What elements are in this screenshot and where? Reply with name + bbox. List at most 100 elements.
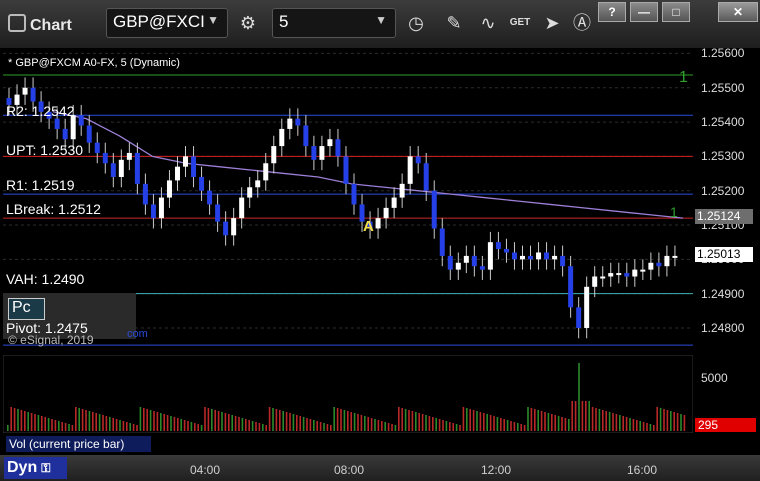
- pencil-icon[interactable]: ✎: [440, 9, 468, 37]
- price-chart[interactable]: * GBP@FXCM A0-FX, 5 (Dynamic) A 1 1 com …: [3, 50, 693, 352]
- volume-bar: [340, 409, 342, 431]
- volume-bar: [534, 409, 536, 431]
- candle-body: [568, 266, 574, 308]
- gear-icon[interactable]: ⚙: [234, 9, 262, 37]
- candle-body: [199, 176, 205, 191]
- candle-body: [319, 146, 325, 160]
- candle-body: [608, 273, 614, 277]
- volume-bar: [554, 415, 556, 431]
- help-button[interactable]: ?: [598, 2, 626, 22]
- volume-bar: [129, 423, 131, 431]
- volume-bar: [428, 416, 431, 431]
- interval-select[interactable]: 5 ▼: [272, 8, 396, 38]
- volume-bar: [95, 413, 97, 431]
- volume-bar: [248, 420, 250, 431]
- volume-chart[interactable]: [3, 355, 693, 433]
- a-icon[interactable]: Ⓐ: [568, 9, 596, 37]
- volume-bar: [513, 422, 516, 431]
- volume-bar: [316, 421, 318, 431]
- volume-bar: [299, 416, 301, 431]
- volume-bar: [381, 421, 383, 431]
- symbol-select[interactable]: GBP@FXCI ▼: [106, 8, 228, 38]
- candle-body: [407, 156, 413, 184]
- dyn-label: Dyn: [7, 459, 38, 476]
- volume-bar: [680, 414, 682, 431]
- candle-body: [544, 252, 550, 260]
- lock-icon: ⚿: [41, 461, 51, 475]
- volume-bar: [163, 414, 165, 431]
- volume-bar: [24, 411, 26, 431]
- candle-body: [495, 242, 501, 250]
- volume-bar: [629, 418, 631, 431]
- candle-body: [223, 221, 229, 236]
- dyn-button[interactable]: Dyn ⚿: [4, 457, 67, 479]
- candle-body: [126, 152, 132, 160]
- candle-body: [375, 218, 381, 229]
- level-label-vah: VAH: 1.2490: [6, 271, 85, 287]
- volume-scale-tick: 5000: [701, 371, 728, 385]
- volume-bar: [343, 410, 346, 431]
- candle-body: [78, 115, 84, 126]
- chevron-down-icon: ▼: [207, 13, 219, 27]
- price-scale[interactable]: 1.25600 1.25500 1.25400 1.25300 1.25200 1.251…: [693, 46, 757, 352]
- volume-bar: [85, 410, 87, 431]
- volume-bar: [88, 411, 91, 431]
- level-label-r2: R2: 1.2542: [6, 103, 75, 119]
- volume-bar: [268, 407, 271, 431]
- level-label-pivot: Pivot: 1.2475: [6, 320, 88, 336]
- volume-bar: [527, 407, 529, 431]
- volume-bar: [666, 410, 669, 431]
- maximize-button[interactable]: □: [662, 2, 690, 22]
- price-badge-last: 1.25013: [695, 246, 753, 262]
- level-label-lbreak: LBreak: 1.2512: [6, 201, 101, 217]
- get-icon[interactable]: GET: [506, 9, 534, 37]
- volume-bar: [496, 417, 499, 431]
- volume-bar: [173, 417, 176, 431]
- candle-body: [447, 255, 453, 270]
- clock-icon[interactable]: ◷: [402, 9, 430, 37]
- volume-bar: [357, 414, 359, 431]
- volume-bar: [568, 419, 570, 431]
- candle-body: [247, 187, 253, 198]
- minimize-button[interactable]: —: [630, 2, 658, 22]
- volume-bar: [112, 418, 114, 431]
- volume-scale: 5000 295: [693, 355, 757, 433]
- volume-bar: [13, 408, 16, 431]
- volume-bar: [469, 409, 471, 431]
- volume-bar: [37, 415, 40, 431]
- volume-bar: [132, 424, 135, 431]
- volume-bar: [401, 408, 403, 431]
- volume-bar: [411, 411, 414, 431]
- volume-bar: [435, 418, 437, 431]
- volume-bar: [462, 407, 465, 431]
- volume-bar: [370, 418, 373, 431]
- candle-body: [311, 146, 317, 160]
- volume-bar: [415, 412, 417, 431]
- volume-bar: [540, 411, 543, 431]
- candle-body: [54, 118, 60, 129]
- volume-bar: [309, 419, 312, 431]
- volume-bar: [483, 413, 485, 431]
- candle-body: [30, 87, 36, 102]
- volume-bar: [204, 407, 206, 431]
- price-tick-label: 1.25200: [701, 183, 745, 198]
- volume-bar: [92, 412, 94, 431]
- volume-bar: [78, 408, 80, 431]
- volume-bar: [581, 401, 584, 431]
- line-chart-icon[interactable]: ∿: [474, 9, 502, 37]
- volume-bar: [282, 411, 284, 431]
- volume-bar: [347, 411, 349, 431]
- time-label-1200: 12:00: [481, 463, 512, 477]
- cursor-icon[interactable]: ➤: [538, 9, 566, 37]
- candle-body: [351, 183, 357, 205]
- price-tick-label: 1.24900: [701, 286, 745, 301]
- volume-bar: [306, 418, 308, 431]
- volume-bar: [214, 410, 216, 431]
- candle-body: [648, 262, 654, 270]
- volume-bar: [656, 407, 658, 431]
- volume-bar: [418, 413, 420, 431]
- close-button[interactable]: ✕: [718, 2, 758, 22]
- volume-bar: [421, 414, 424, 431]
- volume-bar: [292, 414, 295, 431]
- time-label-0800: 08:00: [334, 463, 365, 477]
